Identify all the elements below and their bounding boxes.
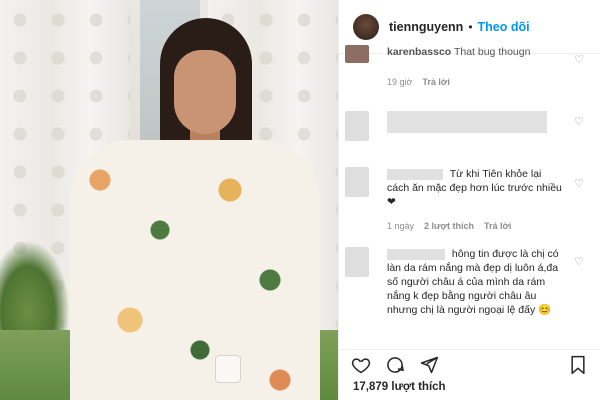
comment-like-heart-icon[interactable]: ♡ [574, 53, 584, 66]
comment-like-heart-icon[interactable]: ♡ [574, 115, 584, 128]
heart-icon[interactable] [351, 355, 371, 375]
comment-time: 1 ngày [387, 221, 415, 231]
comment-like-count[interactable]: 2 lượt thích [424, 221, 474, 231]
comment-text: karenbassco That bug thougn [387, 45, 564, 59]
reply-button[interactable]: Trả lời [422, 77, 449, 87]
person-face [174, 50, 236, 134]
comment-meta: 19 giờ Trả lời [387, 77, 564, 87]
comment-item: Từ khi Tiên khỏe lại cách ăn mặc đẹp hơn… [339, 167, 600, 231]
post-actions-bar [339, 349, 600, 379]
floral-dress [70, 140, 320, 400]
redacted-author [387, 168, 443, 180]
comment-like-heart-icon[interactable]: ♡ [574, 255, 584, 268]
bookmark-icon[interactable] [568, 355, 588, 375]
comment-author[interactable]: karenbassco [387, 46, 451, 58]
mini-handbag [215, 355, 241, 383]
comment-avatar[interactable] [345, 45, 369, 63]
comment-avatar[interactable] [345, 247, 369, 277]
comment-item: karenbassco That bug thougn 19 giờ Trả l… [339, 45, 600, 87]
comment-text: hông tin được là chị có làn da rám nắng … [387, 247, 564, 317]
reply-button[interactable]: Trả lời [484, 221, 511, 231]
comment-like-heart-icon[interactable]: ♡ [574, 177, 584, 190]
comment-avatar[interactable] [345, 167, 369, 197]
share-icon[interactable] [419, 355, 439, 375]
follow-button[interactable]: Theo dõi [478, 20, 530, 34]
comment-item: ♡ [339, 111, 600, 141]
comment-meta: 1 ngày 2 lượt thích Trả lời [387, 221, 564, 231]
author-username[interactable]: tiennguyenn [389, 20, 463, 34]
post-photo [0, 0, 338, 400]
person-figure [50, 10, 320, 400]
comment-avatar[interactable] [345, 111, 369, 141]
comment-body: That bug thougn [453, 46, 531, 58]
comment-text: Từ khi Tiên khỏe lại cách ăn mặc đẹp hơn… [387, 167, 564, 209]
like-count[interactable]: 17,879 lượt thích [353, 381, 446, 393]
comment-icon[interactable] [385, 355, 405, 375]
comment-time: 19 giờ [387, 77, 413, 87]
redacted-author [387, 248, 445, 260]
comments-list: karenbassco That bug thougn 19 giờ Trả l… [339, 45, 600, 349]
post-sidebar: tiennguyenn • Theo dõi karenbassco That … [338, 0, 600, 400]
redacted-comment [387, 111, 547, 133]
header-separator: • [468, 19, 473, 34]
author-avatar[interactable] [353, 13, 379, 40]
comment-item: hông tin được là chị có làn da rám nắng … [339, 247, 600, 317]
